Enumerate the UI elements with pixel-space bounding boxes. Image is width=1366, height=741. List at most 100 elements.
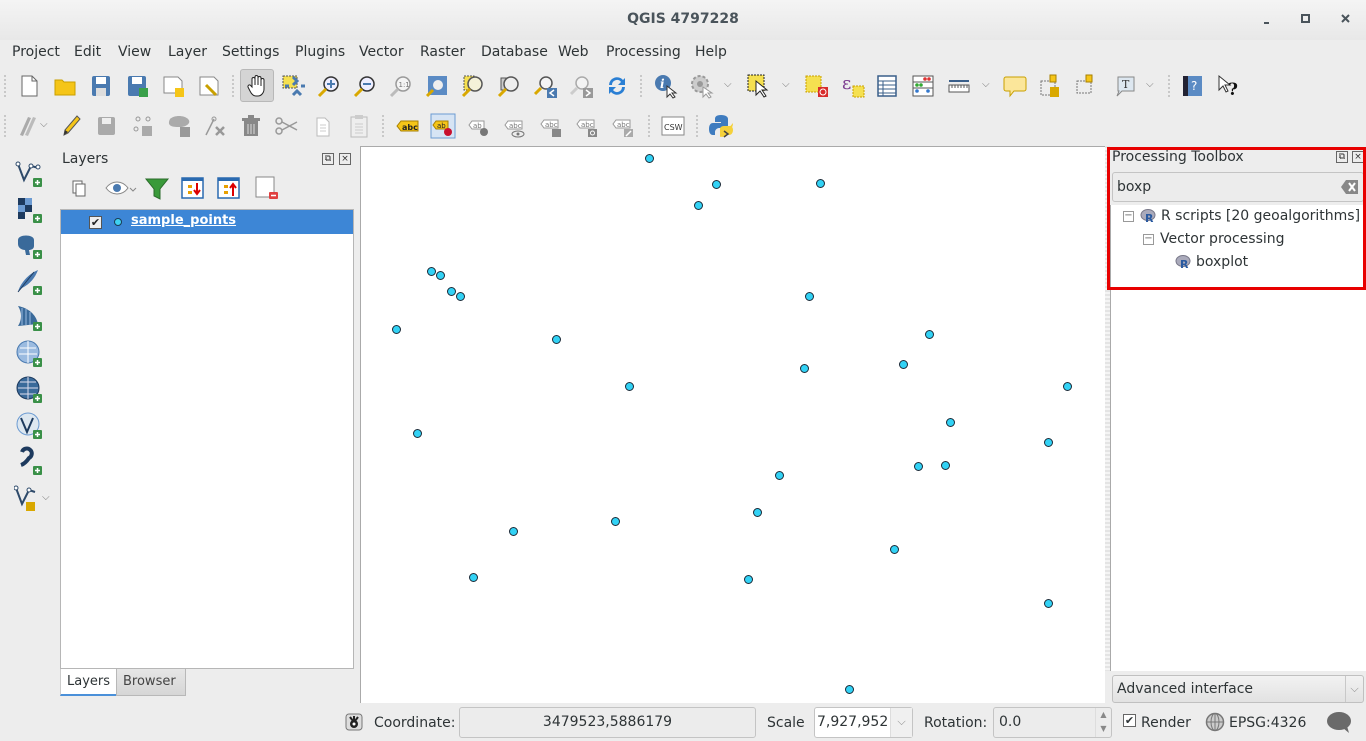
map-point-feature[interactable] (1044, 438, 1054, 448)
statistical-summary-button[interactable] (910, 73, 936, 99)
save-layer-edits-button[interactable] (94, 113, 120, 139)
map-point-feature[interactable] (899, 359, 909, 369)
map-point-feature[interactable] (890, 544, 900, 554)
close-panel-button[interactable]: × (1352, 151, 1364, 163)
map-point-feature[interactable] (436, 270, 446, 280)
menu-plugins[interactable]: Plugins (295, 44, 345, 60)
new-print-composer-button[interactable] (160, 73, 186, 99)
map-point-feature[interactable] (774, 470, 784, 480)
add-wms-layer-button[interactable] (14, 338, 44, 368)
map-point-feature[interactable] (940, 460, 950, 470)
map-point-feature[interactable] (645, 154, 655, 164)
map-point-feature[interactable] (711, 180, 721, 190)
layer-visibility-checkbox[interactable]: ✔ (89, 216, 102, 229)
map-point-feature[interactable] (844, 684, 854, 694)
map-point-feature[interactable] (693, 201, 703, 211)
map-point-feature[interactable] (391, 325, 401, 335)
pan-map-button[interactable] (244, 73, 270, 99)
paste-features-button[interactable] (346, 113, 372, 139)
show-hide-labels-button[interactable]: abc (502, 113, 528, 139)
coordinate-field[interactable]: 3479523,5886179 (459, 707, 756, 738)
add-postgis-layer-button[interactable] (14, 230, 44, 260)
map-point-feature[interactable] (945, 418, 955, 428)
float-panel-button[interactable]: ⧉ (322, 153, 334, 165)
layer-item-sample-points[interactable]: ✔ sample_points (61, 210, 353, 234)
collapse-icon[interactable]: − (1123, 210, 1134, 222)
map-point-feature[interactable] (800, 363, 810, 373)
rotation-spinbox[interactable]: 0.0 ▲ ▼ (993, 707, 1112, 738)
menu-layer[interactable]: Layer (168, 44, 207, 60)
clear-search-button[interactable] (1341, 179, 1359, 195)
menu-edit[interactable]: Edit (74, 44, 101, 60)
zoom-native-button[interactable]: 1:1 (388, 73, 414, 99)
minimize-button[interactable] (1259, 10, 1277, 28)
map-point-feature[interactable] (925, 329, 935, 339)
measure-dropdown-arrow[interactable]: ⌵ (982, 79, 990, 90)
tree-item-r-scripts[interactable]: − R R scripts [20 geoalgorithms] (1123, 208, 1360, 230)
identify-features-button[interactable]: i (652, 73, 678, 99)
tree-item-boxplot[interactable]: Rboxplot (1175, 254, 1248, 276)
move-feature-button[interactable] (166, 113, 192, 139)
pan-to-selection-button[interactable] (280, 73, 306, 99)
map-point-feature[interactable] (426, 266, 436, 276)
close-panel-button[interactable]: × (339, 153, 351, 165)
add-group-button[interactable] (66, 175, 92, 201)
show-bookmarks-button[interactable] (1074, 73, 1100, 99)
remove-layer-button[interactable] (254, 175, 280, 201)
map-point-feature[interactable] (469, 572, 479, 582)
add-vector-layer-button[interactable] (14, 158, 44, 188)
add-delimited-text-layer-button[interactable] (14, 446, 44, 476)
map-canvas[interactable] (360, 146, 1105, 703)
map-point-feature[interactable] (611, 517, 621, 527)
map-point-feature[interactable] (625, 381, 635, 391)
algorithm-search-input[interactable] (1117, 177, 1337, 197)
map-point-feature[interactable] (551, 335, 561, 345)
zoom-next-button[interactable] (568, 73, 594, 99)
delete-selected-button[interactable] (238, 113, 264, 139)
collapse-icon[interactable]: − (1143, 233, 1154, 245)
save-project-as-button[interactable] (124, 73, 150, 99)
run-feature-action-button[interactable] (688, 73, 714, 99)
close-button[interactable] (1337, 10, 1355, 28)
edits-dropdown-arrow[interactable]: ⌵ (40, 119, 48, 130)
current-edits-button[interactable] (16, 113, 42, 139)
zoom-last-button[interactable] (532, 73, 558, 99)
toggle-editing-button[interactable] (58, 113, 84, 139)
collapse-all-button[interactable] (216, 175, 242, 201)
layer-labeling-button[interactable]: abc (394, 113, 420, 139)
zoom-in-button[interactable] (316, 73, 342, 99)
composer-manager-button[interactable] (196, 73, 222, 99)
tab-browser[interactable]: Browser (116, 669, 186, 696)
map-point-feature[interactable] (1044, 599, 1054, 609)
add-feature-button[interactable] (130, 113, 156, 139)
copy-features-button[interactable] (310, 113, 336, 139)
menu-vector[interactable]: Vector (359, 44, 404, 60)
open-project-button[interactable] (52, 73, 78, 99)
open-attribute-table-button[interactable] (874, 73, 900, 99)
map-point-feature[interactable] (446, 287, 456, 297)
map-point-feature[interactable] (508, 527, 518, 537)
move-label-button[interactable]: abc (538, 113, 564, 139)
cut-features-button[interactable] (274, 113, 300, 139)
menu-processing[interactable]: Processing (606, 44, 681, 60)
map-point-feature[interactable] (815, 178, 825, 188)
new-layer-dropdown-arrow[interactable]: ⌵ (42, 492, 50, 503)
menu-settings[interactable]: Settings (222, 44, 279, 60)
map-point-feature[interactable] (456, 292, 466, 302)
add-raster-layer-button[interactable] (14, 194, 44, 224)
add-spatialite-layer-button[interactable] (14, 266, 44, 296)
log-messages-button[interactable] (1325, 711, 1353, 735)
rotate-label-button[interactable]: abc (574, 113, 600, 139)
new-shapefile-layer-button[interactable] (13, 482, 44, 512)
zoom-out-button[interactable] (352, 73, 378, 99)
save-project-button[interactable] (88, 73, 114, 99)
menu-project[interactable]: Project (12, 44, 60, 60)
crs-label[interactable]: EPSG:4326 (1229, 715, 1306, 731)
deselect-all-button[interactable] (804, 73, 830, 99)
tree-item-vector-processing[interactable]: − Vector processing (1143, 231, 1285, 253)
pin-labels-button[interactable]: ab (430, 113, 456, 139)
render-checkbox[interactable]: ✔ (1123, 714, 1136, 727)
menu-view[interactable]: View (118, 44, 151, 60)
menu-raster[interactable]: Raster (420, 44, 465, 60)
float-panel-button[interactable]: ⧉ (1336, 151, 1348, 163)
